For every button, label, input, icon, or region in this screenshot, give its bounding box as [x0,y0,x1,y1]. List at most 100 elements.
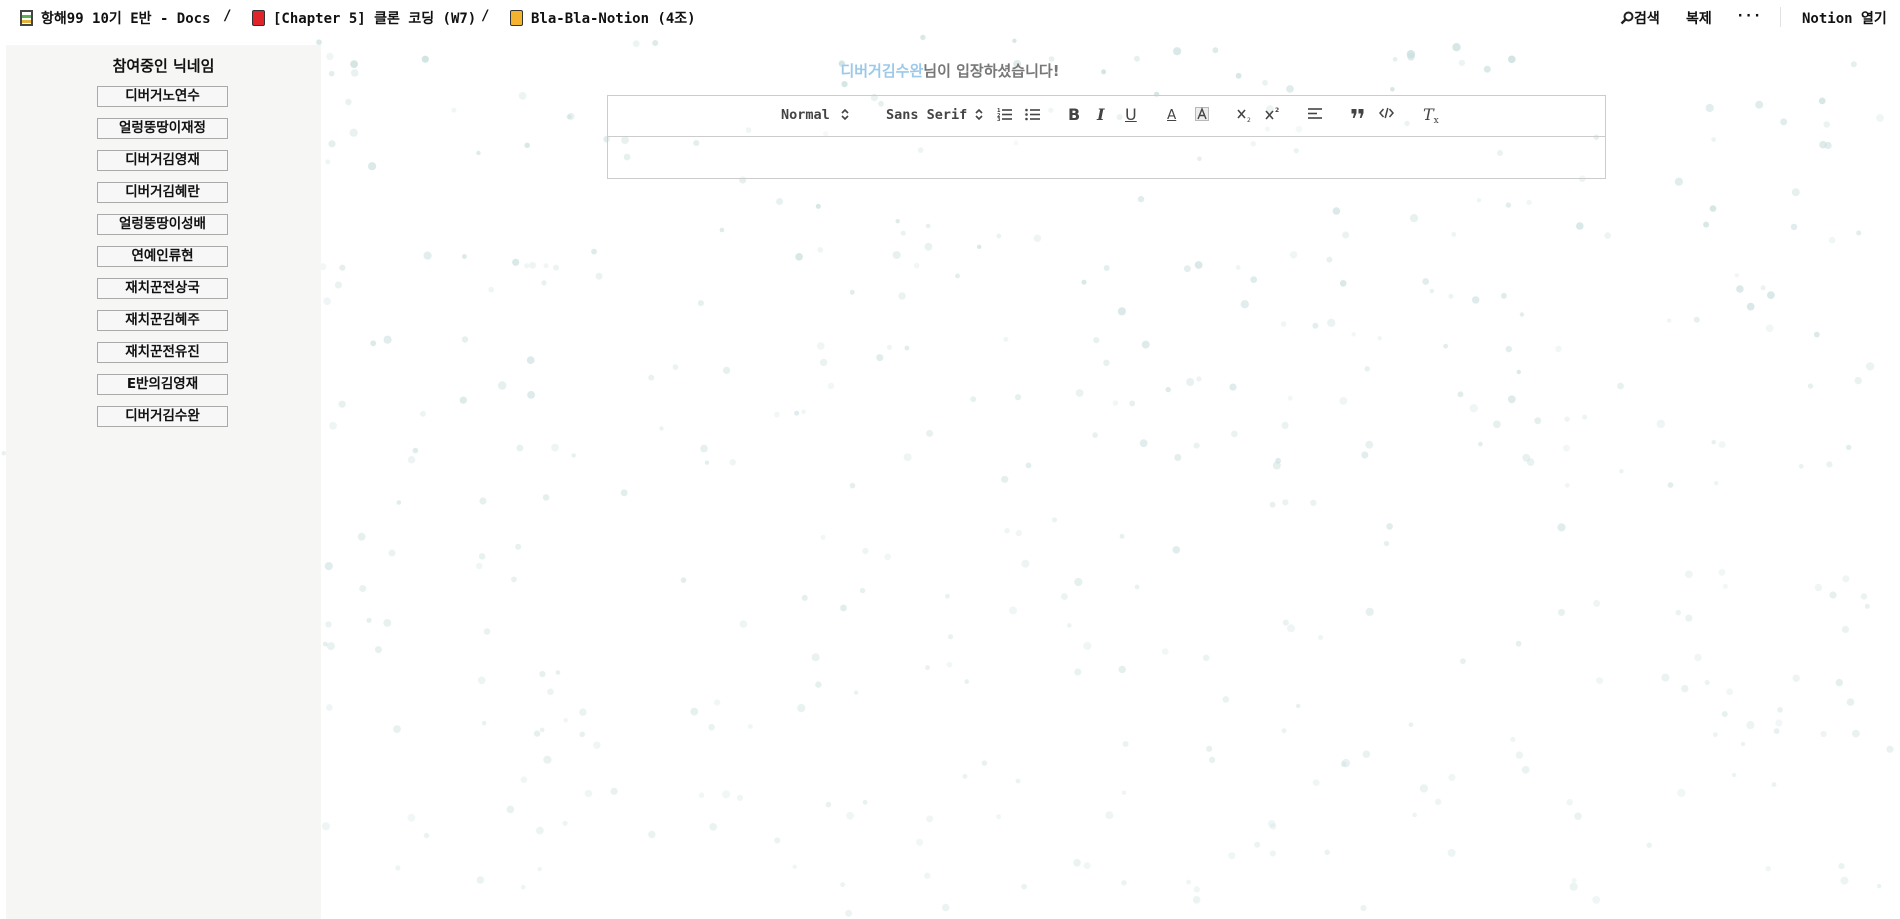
duplicate-button[interactable]: 복제 [1686,8,1712,28]
snow-particle [816,342,825,350]
snow-particle [811,653,820,662]
subscript-button[interactable]: 2 [1237,107,1253,126]
snow-particle [1505,202,1512,208]
snow-particle [680,577,687,583]
snow-particle [862,547,869,555]
snow-particle [1846,444,1852,451]
snow-particle [1287,624,1295,633]
snow-particle [1557,523,1566,532]
snow-particle [593,741,601,749]
snow-particle [1117,307,1126,316]
snow-particle [451,107,457,113]
snow-particle [1860,593,1868,600]
snow-particle [1004,528,1010,534]
align-button[interactable] [1308,107,1322,124]
background-color-button[interactable] [1195,107,1209,126]
search-icon [1620,11,1634,25]
snow-particle [1515,640,1522,647]
snow-particle [1746,302,1755,311]
bold-button[interactable]: B [1068,107,1080,123]
snow-particle [892,251,901,259]
snow-particle [886,344,893,350]
snow-particle [1409,214,1419,223]
snow-particle [876,354,884,362]
snow-particle [539,727,545,733]
snow-particle [708,723,715,731]
breadcrumb-workspace[interactable]: 항해99 10기 E반 - Docs [20,8,211,28]
snow-particle [1740,741,1746,747]
snow-particle [1755,100,1764,109]
snow-particle [996,814,1001,820]
snow-particle [1408,722,1414,727]
text-color-icon: A [1167,107,1177,123]
snow-particle [1519,312,1525,317]
clear-format-button[interactable]: Tx [1423,107,1439,127]
snow-particle [325,621,332,628]
bullet-list-button[interactable] [1025,107,1040,125]
text-color-button[interactable]: A [1167,107,1176,123]
superscript-button[interactable]: 2 [1265,107,1281,126]
snow-particle [1713,732,1718,737]
snow-particle [1280,321,1287,327]
snow-particle [584,789,593,798]
snow-particle [326,704,333,711]
snow-particle [533,730,541,737]
snow-particle [1121,880,1127,886]
snow-particle [1327,318,1336,327]
snow-particle [1312,779,1320,787]
entry-message: 님이 입장하셨습니다! [923,62,1060,80]
snow-particle [1092,432,1098,438]
snow-particle [916,838,924,846]
snow-particle [1281,728,1287,734]
snow-particle [1324,849,1330,856]
snow-particle [1841,625,1849,634]
participant-nickname: 재치꾼전유진 [97,342,228,363]
updown-arrow-icon [975,108,983,121]
snow-particle [1254,841,1261,848]
snow-particle [547,688,554,696]
snow-particle [884,553,891,561]
snow-particle [537,866,542,872]
breadcrumb-page[interactable]: Bla-Bla-Notion (4조) [510,8,696,28]
ordered-list-button[interactable]: 1 2 3 [997,107,1012,125]
snow-particle [395,865,401,871]
search-button[interactable]: 검색 [1620,8,1660,28]
blockquote-button[interactable] [1351,107,1364,123]
heading-select[interactable]: Normal [781,107,849,123]
italic-button[interactable]: I [1097,107,1104,123]
snow-particle [1478,441,1483,447]
font-select[interactable]: Sans Serif [886,107,983,123]
snow-particle [1074,577,1083,587]
editor-content-area[interactable] [607,137,1606,179]
snow-particle [366,617,372,623]
snow-particle [1522,453,1531,462]
snow-particle [776,198,784,205]
snow-particle [476,876,485,884]
snow-particle [1141,340,1150,349]
snow-particle [1876,883,1882,889]
align-left-icon [1308,108,1322,119]
snow-particle [1083,641,1092,651]
snow-particle [659,426,664,431]
snow-particle [1377,336,1382,341]
search-label: 검색 [1634,11,1660,27]
snow-particle [328,140,336,148]
top-bar: 항해99 10기 E반 - Docs / [Chapter 5] 클론 코딩 (… [0,0,1900,34]
snow-particle [567,112,575,120]
snow-particle [1721,711,1728,717]
clear-format-x-mark: x [1433,116,1439,126]
more-options-button[interactable]: ··· [1736,8,1761,24]
snow-particle [1791,188,1800,197]
snow-particle [1310,499,1317,506]
snow-particle [1714,481,1719,486]
snow-particle [1505,345,1513,353]
code-block-button[interactable] [1379,107,1394,123]
participant-nickname: 얼렁뚱땅이성배 [97,214,228,235]
underline-button[interactable]: U [1125,107,1137,123]
snow-particle [774,411,780,418]
snow-particle [579,731,585,738]
breadcrumb-chapter[interactable]: [Chapter 5] 클론 코딩 (W7) [252,8,476,28]
snow-particle [1777,707,1783,713]
open-in-notion-button[interactable]: Notion 열기 [1802,8,1887,28]
snow-particle [1112,400,1119,406]
